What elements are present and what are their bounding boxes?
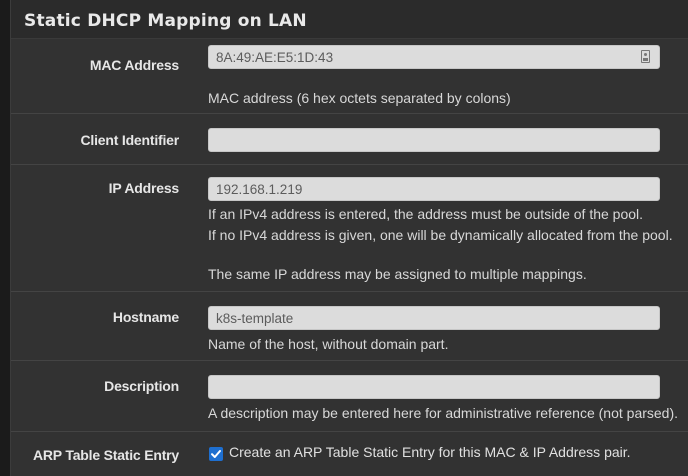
arp-static-entry-checkbox[interactable]	[209, 447, 223, 461]
hostname-input[interactable]: k8s-template	[208, 306, 660, 330]
hostname-row: Hostname k8s-template Name of the host, …	[11, 292, 688, 361]
client-identifier-row: Client Identifier	[11, 114, 688, 165]
ip-address-label: IP Address	[108, 180, 180, 196]
arp-static-entry-label: ARP Table Static Entry	[32, 447, 179, 463]
description-input[interactable]	[208, 375, 660, 399]
ip-address-help-1: If an IPv4 address is entered, the addre…	[208, 206, 644, 222]
dhcp-mapping-panel: Static DHCP Mapping on LAN MAC Address 8…	[10, 0, 688, 476]
ip-address-help-2: If no IPv4 address is given, one will be…	[208, 227, 673, 243]
page: Static DHCP Mapping on LAN MAC Address 8…	[0, 0, 688, 476]
mac-address-value: 8A:49:AE:E5:1D:43	[216, 50, 334, 65]
mac-address-label: MAC Address	[89, 57, 179, 73]
mac-address-input[interactable]: 8A:49:AE:E5:1D:43	[208, 45, 660, 69]
panel-heading: Static DHCP Mapping on LAN	[11, 0, 688, 39]
hostname-value: k8s-template	[216, 311, 294, 326]
ip-address-input[interactable]: 192.168.1.219	[208, 177, 660, 201]
client-identifier-label: Client Identifier	[80, 132, 180, 148]
mac-address-row: MAC Address 8A:49:AE:E5:1D:43 MAC addres…	[11, 39, 688, 114]
mac-address-help: MAC address (6 hex octets separated by c…	[208, 90, 511, 106]
description-row: Description A description may be entered…	[11, 361, 688, 432]
id-card-icon[interactable]	[641, 50, 650, 63]
ip-address-row: IP Address 192.168.1.219 If an IPv4 addr…	[11, 165, 688, 292]
client-identifier-input[interactable]	[208, 128, 660, 152]
panel-title: Static DHCP Mapping on LAN	[24, 11, 307, 31]
arp-static-entry-checkbox-label[interactable]: Create an ARP Table Static Entry for thi…	[229, 444, 631, 460]
ip-address-help-3: The same IP address may be assigned to m…	[208, 266, 587, 282]
hostname-label: Hostname	[112, 309, 179, 325]
checkmark-icon	[211, 450, 221, 458]
ip-address-value: 192.168.1.219	[216, 182, 303, 197]
hostname-help: Name of the host, without domain part.	[208, 336, 449, 352]
description-label: Description	[104, 378, 179, 394]
description-help: A description may be entered here for ad…	[208, 405, 679, 421]
